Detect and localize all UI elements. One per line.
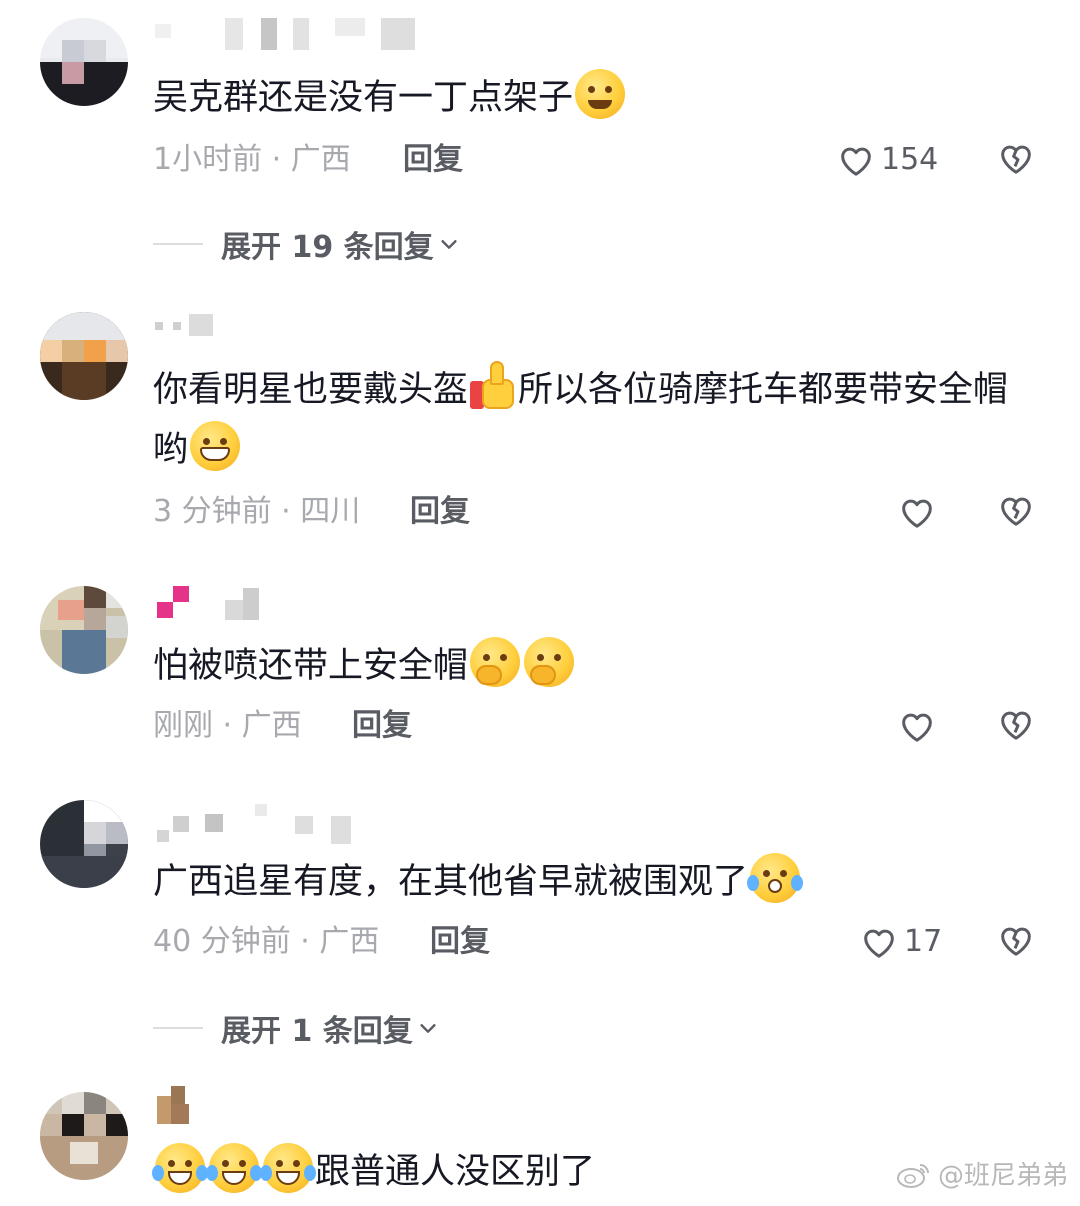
weibo-watermark: @班尼弟弟 xyxy=(896,1155,1068,1192)
reply-button[interactable]: 回复 xyxy=(352,706,412,746)
like-button[interactable]: 154 xyxy=(835,138,938,182)
hand-over-mouth-emoji-icon xyxy=(524,637,575,687)
like-button[interactable] xyxy=(896,490,938,534)
broken-heart-icon xyxy=(1001,145,1031,174)
broken-heart-icon xyxy=(1001,711,1031,740)
dislike-button[interactable] xyxy=(995,704,1039,748)
dislike-button[interactable] xyxy=(995,138,1039,182)
comment-text: 跟普通人没区别了 xyxy=(152,1142,1023,1202)
chevron-down-icon xyxy=(441,240,457,249)
time-location: 刚刚 · 广西 xyxy=(153,708,302,743)
comment-text: 广西追星有度，在其他省早就被围观了 xyxy=(153,852,1023,912)
watermark-text: @班尼弟弟 xyxy=(937,1161,1068,1191)
like-button[interactable]: 17 xyxy=(858,920,942,964)
broken-heart-icon xyxy=(1001,497,1031,526)
heart-icon xyxy=(841,147,871,176)
time-location: 1小时前 · 广西 xyxy=(153,142,351,177)
avatar[interactable] xyxy=(40,312,128,400)
avatar[interactable] xyxy=(40,800,128,888)
username-blurred[interactable] xyxy=(155,586,265,624)
dislike-button[interactable] xyxy=(995,490,1039,534)
time-location: 40 分钟前 · 广西 xyxy=(153,924,380,959)
dislike-button[interactable] xyxy=(995,920,1039,964)
hand-over-mouth-emoji-icon xyxy=(470,637,521,687)
thumbs-up-emoji-icon xyxy=(470,361,516,411)
divider xyxy=(153,1027,203,1029)
broken-heart-icon xyxy=(1001,927,1031,956)
username-blurred[interactable] xyxy=(155,1084,195,1124)
grin-emoji-icon xyxy=(190,421,241,471)
reply-button[interactable]: 回复 xyxy=(403,140,463,180)
like-button[interactable] xyxy=(896,704,938,748)
heart-icon xyxy=(864,929,894,958)
reply-button[interactable]: 回复 xyxy=(410,492,470,532)
avatar[interactable] xyxy=(40,1092,128,1180)
divider xyxy=(153,243,203,245)
laughing-tears-emoji-icon xyxy=(152,1143,208,1193)
heart-icon xyxy=(902,499,932,528)
avatar[interactable] xyxy=(40,586,128,674)
reply-button[interactable]: 回复 xyxy=(430,922,490,962)
weibo-logo-icon xyxy=(896,1163,929,1188)
laughing-tears-emoji-icon xyxy=(206,1143,262,1193)
smirk-emoji-icon xyxy=(575,69,626,119)
avatar[interactable] xyxy=(40,18,128,106)
like-count: 154 xyxy=(881,142,939,177)
comment-text: 你看明星也要戴头盔 所以各位骑摩托车都要带安全帽哟 xyxy=(153,360,1023,480)
username-blurred[interactable] xyxy=(155,312,235,350)
comment-text: 吴克群还是没有一丁点架子 xyxy=(153,68,1023,128)
username-blurred[interactable] xyxy=(155,18,425,56)
time-location: 3 分钟前 · 四川 xyxy=(153,494,361,529)
username-blurred[interactable] xyxy=(155,804,355,844)
comment-text: 怕被喷还带上安全帽 xyxy=(153,636,1023,696)
expand-replies-button[interactable]: 展开 19 条回复 xyxy=(153,224,460,265)
like-count: 17 xyxy=(904,924,943,959)
laughing-tears-emoji-icon xyxy=(260,1143,316,1193)
heart-icon xyxy=(902,713,932,742)
pleading-emoji-icon xyxy=(747,853,804,903)
expand-replies-button[interactable]: 展开 1 条回复 xyxy=(153,1008,439,1049)
chevron-down-icon xyxy=(420,1024,436,1033)
